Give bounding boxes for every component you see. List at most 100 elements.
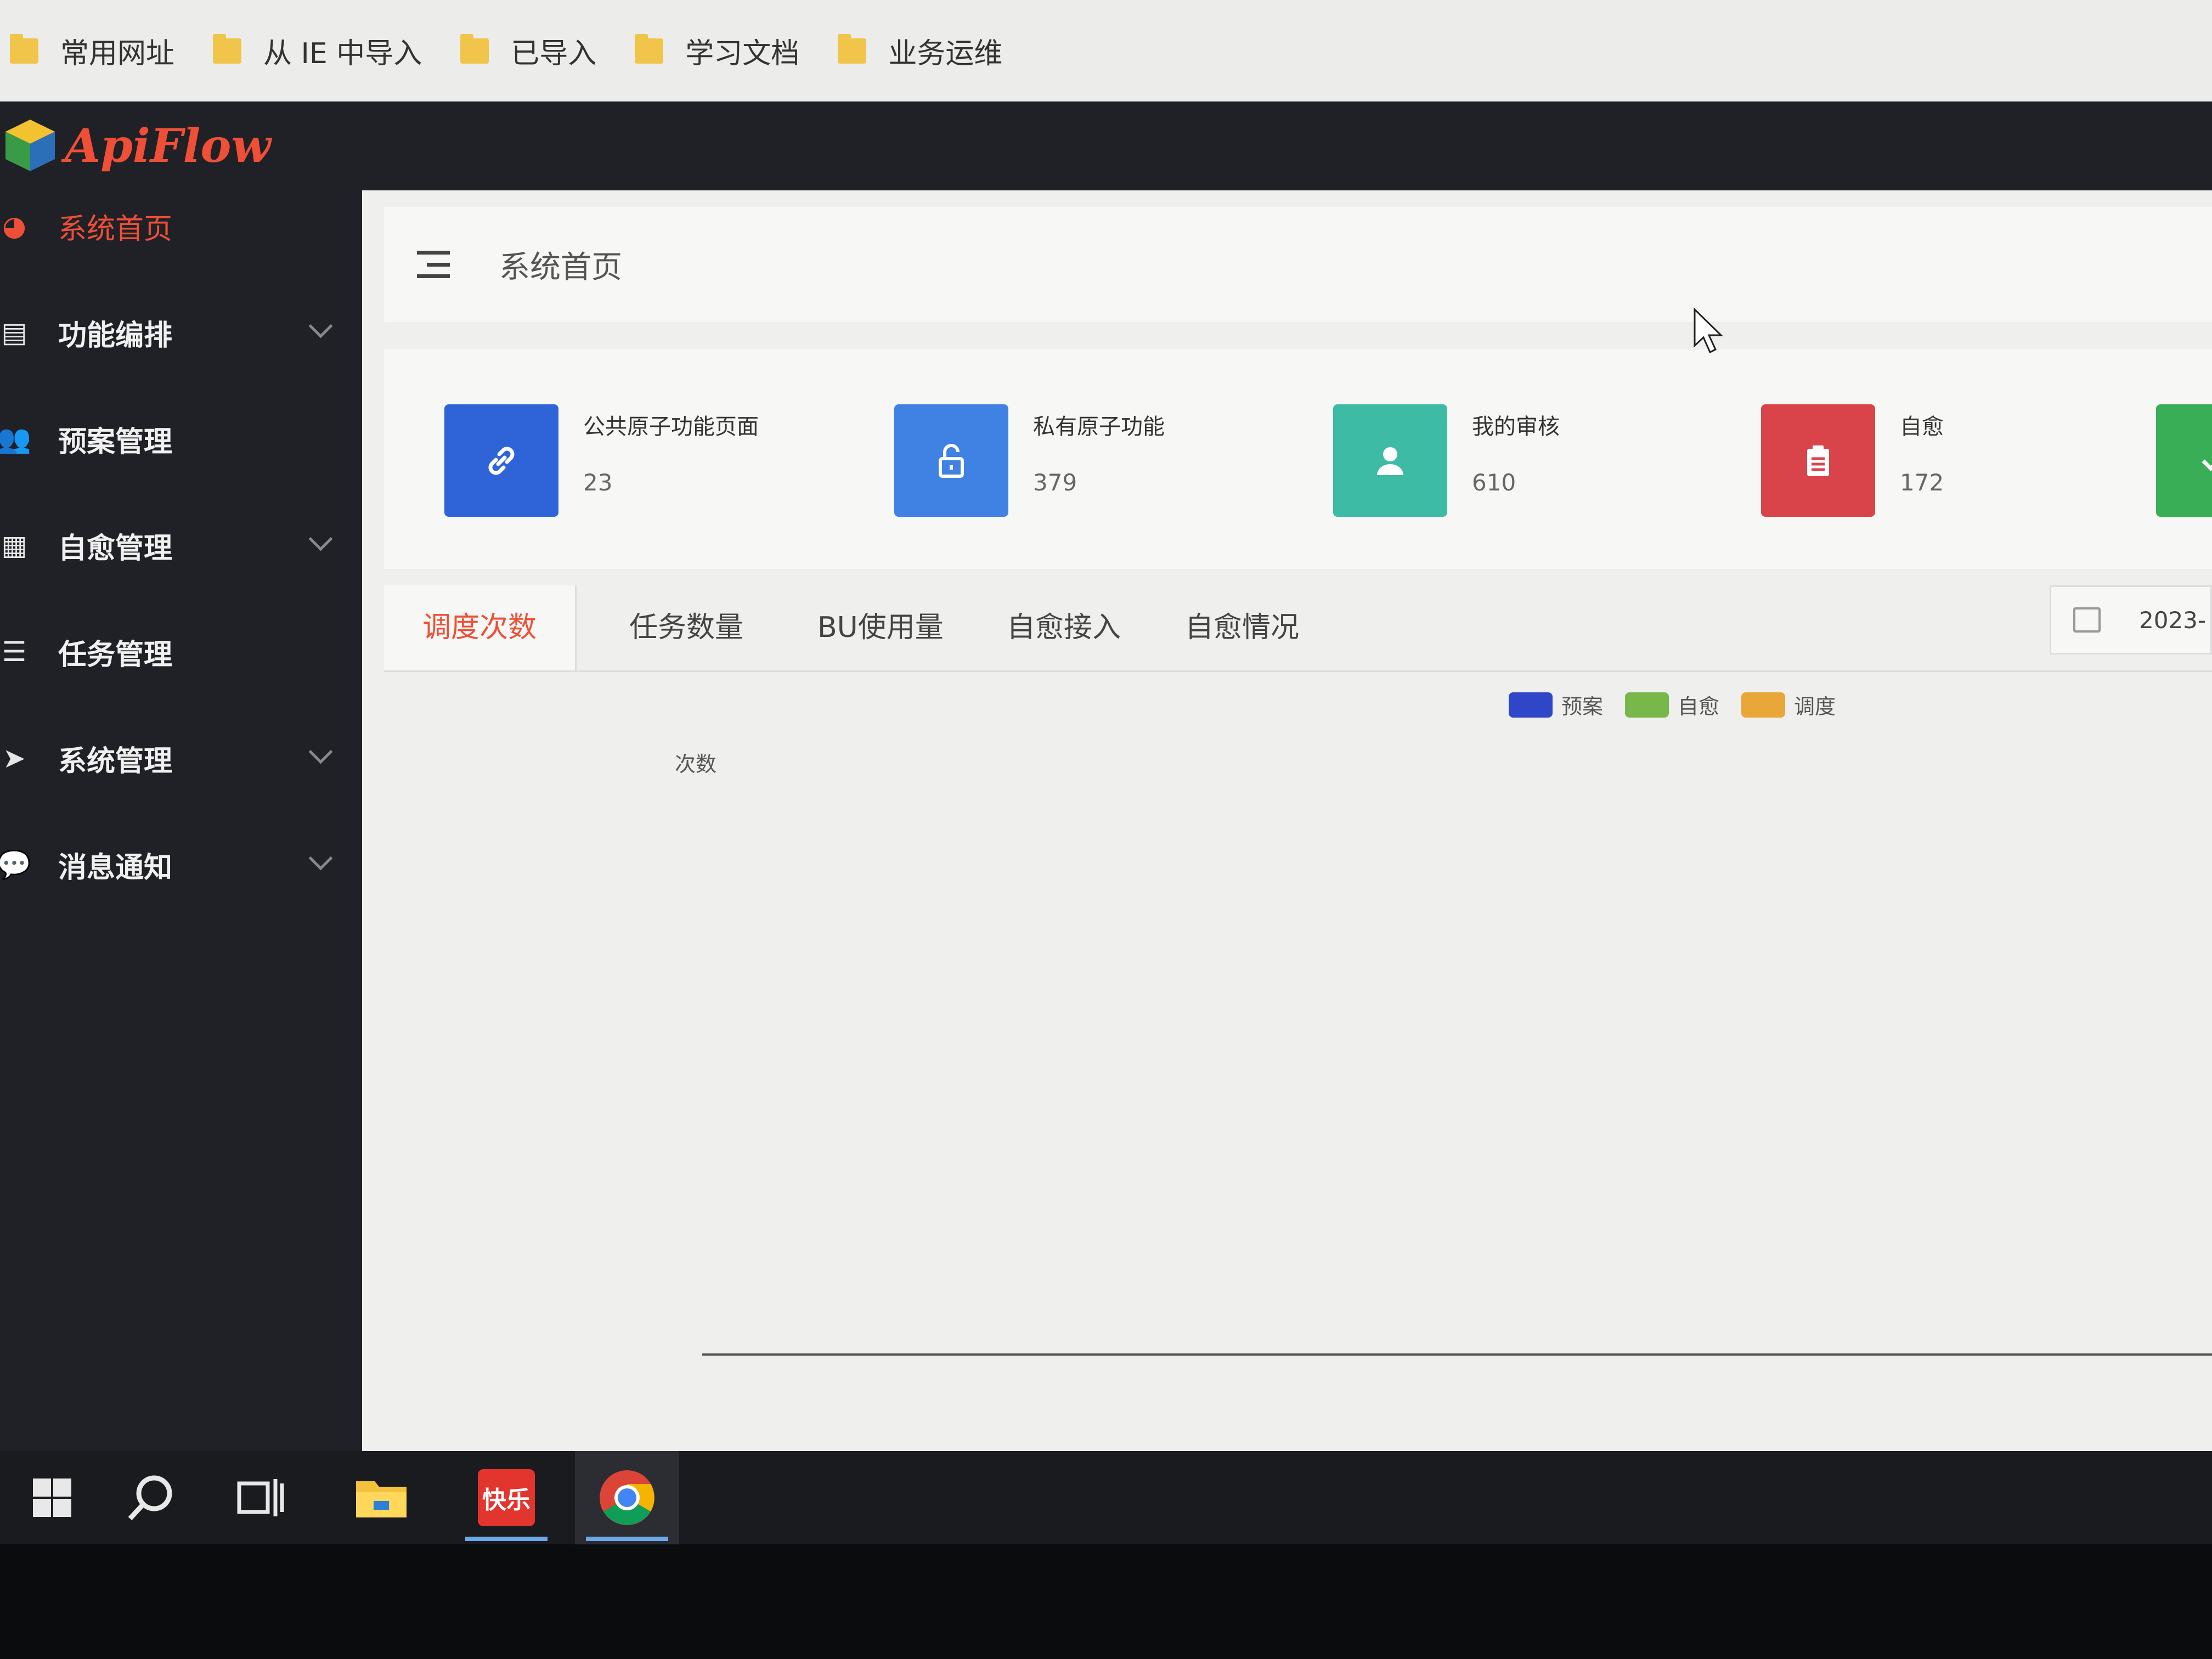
sidebar: ◕ 系统首页 ▤ 功能编排 👥 预案管理 ▦ 自愈管理 ☰ 任务管理 ➤ 系统管… <box>0 173 362 918</box>
stats-cards: 公共原子功能页面 23 私有原子功能 379 我的审核 610 自愈 172 <box>384 349 2212 569</box>
chrome-button[interactable] <box>575 1451 679 1544</box>
top-bar: 系统首页 <box>384 207 2212 322</box>
legend-swatch <box>1741 692 1786 718</box>
date-picker[interactable]: 2023- <box>2050 585 2212 654</box>
link-icon <box>444 404 558 517</box>
menu-toggle-icon[interactable] <box>417 251 450 278</box>
kuaile-app-button[interactable]: 快乐 <box>454 1451 558 1544</box>
main-content: 系统首页 公共原子功能页面 23 私有原子功能 379 我的审核 610 自愈 … <box>362 190 2212 1451</box>
sidebar-item-messages[interactable]: 💬 消息通知 <box>0 811 362 918</box>
folder-icon <box>460 33 489 64</box>
sidebar-item-tasks[interactable]: ☰ 任务管理 <box>0 599 362 705</box>
stat-title: 自愈 <box>1900 414 1944 439</box>
bookmark-label: 业务运维 <box>888 37 1003 70</box>
legend-label: 自愈 <box>1678 695 1720 719</box>
unlock-icon <box>894 404 1008 517</box>
message-icon: 💬 <box>0 848 32 881</box>
sidebar-item-self-healing[interactable]: ▦ 自愈管理 <box>0 492 362 599</box>
sidebar-item-orchestration[interactable]: ▤ 功能编排 <box>0 279 362 386</box>
stat-title: 公共原子功能页面 <box>583 414 759 439</box>
stat-value: 23 <box>583 469 613 496</box>
chrome-icon <box>600 1470 654 1525</box>
sidebar-item-label: 系统管理 <box>58 744 173 778</box>
logo-cube-icon <box>5 120 55 171</box>
bookmark-study-docs[interactable]: 学习文档 <box>635 30 799 71</box>
stat-card-my-review[interactable]: 我的审核 610 <box>1333 404 1560 517</box>
chevron-down-icon <box>308 740 333 764</box>
check-icon <box>2156 404 2212 517</box>
grid-icon: ▦ <box>1 529 27 561</box>
document-icon: ▤ <box>1 317 27 348</box>
sidebar-item-label: 系统首页 <box>58 212 173 246</box>
chart-area: 预案 自愈 调度 次数 <box>384 679 2212 1447</box>
user-icon <box>1333 404 1447 517</box>
task-view-button[interactable] <box>208 1451 313 1544</box>
app-window: ApiFlow ◕ 系统首页 ▤ 功能编排 👥 预案管理 ▦ 自愈管理 ☰ 任务… <box>0 101 2212 1451</box>
x-axis-line <box>702 1353 2212 1356</box>
bookmark-label: 常用网址 <box>60 37 175 70</box>
folder-icon <box>635 33 664 64</box>
chart-legend: 预案 自愈 调度 <box>1509 690 1858 720</box>
legend-label: 预案 <box>1561 695 1604 719</box>
sidebar-item-home[interactable]: ◕ 系统首页 <box>0 173 362 279</box>
bookmark-label: 学习文档 <box>685 37 800 70</box>
stat-card-partial[interactable] <box>2156 404 2212 517</box>
task-view-icon <box>237 1479 284 1516</box>
stat-card-private-atomic[interactable]: 私有原子功能 379 <box>894 404 1165 517</box>
legend-item-self-healing[interactable]: 自愈 <box>1625 690 1719 720</box>
stat-card-public-atomic[interactable]: 公共原子功能页面 23 <box>444 404 759 517</box>
file-explorer-button[interactable] <box>329 1451 433 1544</box>
folder-icon <box>838 33 867 64</box>
sidebar-item-label: 预案管理 <box>58 425 173 459</box>
stat-card-self-healing[interactable]: 自愈 172 <box>1761 404 1944 517</box>
sidebar-item-label: 消息通知 <box>58 851 173 884</box>
date-value: 2023- <box>2139 606 2207 634</box>
folder-icon <box>356 1481 407 1517</box>
tab-self-healing-status[interactable]: 自愈情况 <box>1185 585 1299 670</box>
sidebar-item-system[interactable]: ➤ 系统管理 <box>0 705 362 811</box>
chart-tabs: 调度次数 任务数量 BU使用量 自愈接入 自愈情况 2023- <box>384 585 2212 672</box>
legend-item-dispatch[interactable]: 调度 <box>1741 690 1836 720</box>
stat-value: 379 <box>1033 469 1077 496</box>
bookmark-changyong[interactable]: 常用网址 <box>10 30 174 71</box>
mouse-cursor-icon <box>1694 307 1723 354</box>
legend-item-plan[interactable]: 预案 <box>1509 690 1603 720</box>
chevron-down-icon <box>308 527 333 551</box>
sidebar-item-plans[interactable]: 👥 预案管理 <box>0 386 362 492</box>
y-axis-label: 次数 <box>675 752 717 776</box>
stat-title: 私有原子功能 <box>1033 414 1165 439</box>
bookmarks-bar: 常用网址 从 IE 中导入 已导入 学习文档 业务运维 <box>0 0 2212 101</box>
stat-title: 我的审核 <box>1472 414 1560 439</box>
windows-start-button[interactable] <box>0 1451 104 1544</box>
bookmark-label: 从 IE 中导入 <box>263 37 422 70</box>
taskbar: 快乐 <box>0 1451 2212 1544</box>
chevron-down-icon <box>308 314 333 338</box>
sidebar-item-label: 任务管理 <box>58 638 173 672</box>
app-logo[interactable]: ApiFlow <box>0 115 271 176</box>
folder-icon <box>10 33 38 64</box>
windows-icon <box>33 1479 71 1517</box>
taskbar-search-button[interactable] <box>99 1451 203 1544</box>
bookmark-ie-import[interactable]: 从 IE 中导入 <box>213 30 422 71</box>
monitor-bezel <box>0 1544 2212 1659</box>
list-icon: ☰ <box>2 636 27 668</box>
sidebar-item-label: 功能编排 <box>58 319 173 352</box>
calendar-icon <box>2073 607 2101 633</box>
tab-dispatch-count[interactable]: 调度次数 <box>384 585 577 670</box>
tab-bu-usage[interactable]: BU使用量 <box>817 585 944 670</box>
active-app-indicator <box>465 1537 548 1541</box>
stat-value: 172 <box>1900 469 1944 496</box>
chevron-down-icon <box>308 846 333 871</box>
tab-self-healing-access[interactable]: 自愈接入 <box>1007 585 1121 670</box>
legend-swatch <box>1625 692 1669 718</box>
stat-value: 610 <box>1472 469 1516 496</box>
bookmark-ops[interactable]: 业务运维 <box>838 30 1002 71</box>
users-icon: 👥 <box>0 422 32 455</box>
clipboard-icon <box>1761 404 1875 517</box>
folder-icon <box>213 33 242 64</box>
bookmark-imported[interactable]: 已导入 <box>460 30 596 71</box>
tab-task-count[interactable]: 任务数量 <box>629 585 743 670</box>
dashboard-icon: ◕ <box>2 210 26 242</box>
kuaile-app-icon: 快乐 <box>478 1469 535 1526</box>
search-icon <box>128 1475 172 1521</box>
